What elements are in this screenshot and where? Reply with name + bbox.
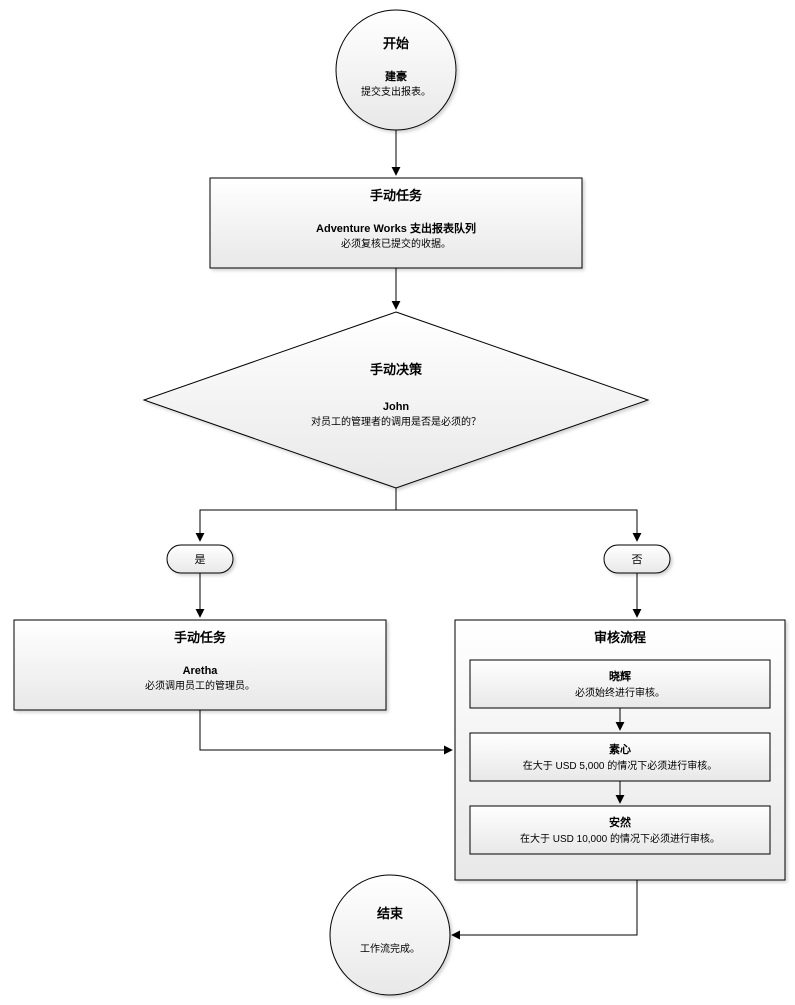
approval-title: 审核流程 — [594, 630, 646, 645]
yes-pill: 是 — [167, 545, 233, 573]
start-actor: 建豪 — [385, 69, 407, 83]
flowchart: 开始 建豪 提交支出报表。 手动任务 Adventure Works 支出报表队… — [0, 0, 795, 1005]
task2-title: 手动任务 — [174, 630, 227, 645]
end-desc: 工作流完成。 — [360, 942, 420, 955]
step3-actor: 安然 — [609, 815, 631, 829]
start-desc: 提交支出报表。 — [361, 85, 431, 98]
decision-actor: John — [383, 401, 410, 413]
decision-title: 手动决策 — [370, 362, 423, 377]
task2-desc: 必须调用员工的管理员。 — [145, 679, 255, 692]
approval-step-3: 安然 在大于 USD 10,000 的情况下必须进行审核。 — [470, 806, 770, 854]
start-node: 开始 建豪 提交支出报表。 — [336, 10, 456, 130]
step2-actor: 素心 — [609, 742, 631, 756]
task1-desc: 必须复核已提交的收据。 — [341, 237, 451, 250]
decision-node: 手动决策 John 对员工的管理者的调用是否是必须的？ — [144, 312, 648, 488]
task1-actor: Adventure Works 支出报表队列 — [316, 221, 476, 235]
no-label: 否 — [632, 554, 643, 566]
connector-left — [200, 488, 396, 541]
decision-desc: 对员工的管理者的调用是否是必须的？ — [311, 415, 481, 428]
approval-step-2: 素心 在大于 USD 5,000 的情况下必须进行审核。 — [470, 733, 770, 781]
end-title: 结束 — [377, 906, 404, 921]
step1-desc: 必须始终进行审核。 — [575, 686, 665, 699]
manual-task-2: 手动任务 Aretha 必须调用员工的管理员。 — [14, 620, 386, 710]
connector-right — [396, 488, 637, 541]
task2-actor: Aretha — [183, 665, 219, 677]
approval-process: 审核流程 晓辉 必须始终进行审核。 素心 在大于 USD 5,000 的情况下必… — [455, 620, 785, 880]
yes-label: 是 — [195, 553, 206, 566]
approval-step-1: 晓辉 必须始终进行审核。 — [470, 660, 770, 708]
step1-actor: 晓辉 — [609, 669, 631, 683]
step3-desc: 在大于 USD 10,000 的情况下必须进行审核。 — [520, 832, 720, 845]
task1-title: 手动任务 — [370, 188, 423, 203]
step2-desc: 在大于 USD 5,000 的情况下必须进行审核。 — [523, 759, 717, 772]
manual-task-1: 手动任务 Adventure Works 支出报表队列 必须复核已提交的收据。 — [210, 178, 582, 268]
end-node: 结束 工作流完成。 — [330, 875, 450, 995]
connector-task2-to-approval — [200, 710, 452, 750]
no-pill: 否 — [604, 545, 670, 573]
start-title: 开始 — [383, 36, 409, 51]
connector-approval-to-end — [452, 880, 637, 935]
